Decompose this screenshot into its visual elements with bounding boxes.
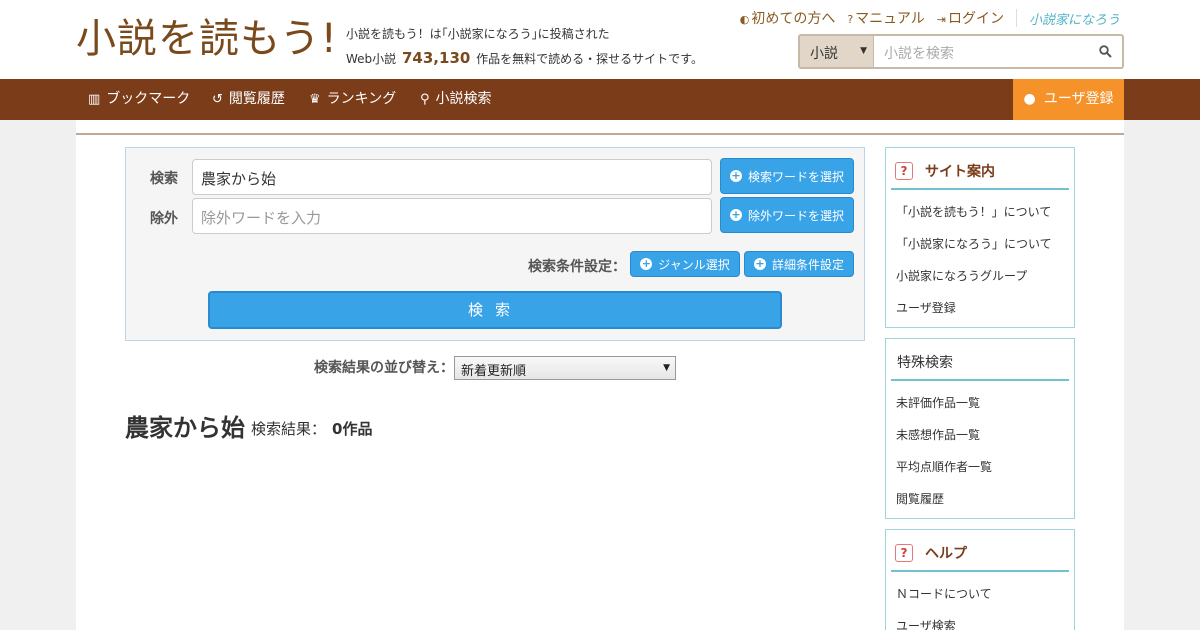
main-nav: ▥ ブックマーク ↺ 閲覧履歴 ♛ ランキング ⚲ 小説検索 ● ユーザ登録 (0, 79, 1200, 120)
history-icon: ↺ (212, 92, 223, 107)
sidebar-item-about-yomou[interactable]: 「小説を読もう！」について (886, 196, 1074, 228)
result-meta: 検索結果： 0作品 (251, 420, 373, 438)
select-search-word-button[interactable]: + 検索ワードを選択 (720, 158, 854, 194)
help-heading: ? ヘルプ (891, 536, 1069, 572)
header-search: 小説 小説を検索 (798, 34, 1124, 69)
sort-label: 検索結果の並び替え： (314, 360, 454, 376)
search-icon[interactable] (1088, 36, 1122, 67)
login-link[interactable]: ⇥ ログイン (937, 8, 1004, 28)
nav-ranking[interactable]: ♛ ランキング (309, 79, 396, 120)
user-icon: ● (1023, 91, 1036, 107)
result-query: 農家から始 (125, 414, 245, 442)
detail-condition-button[interactable]: + 詳細条件設定 (744, 251, 854, 277)
divider (1015, 9, 1017, 27)
site-guide-heading: ? サイト案内 (891, 154, 1069, 190)
plus-icon: + (729, 169, 742, 182)
exclude-word-input[interactable]: 除外ワードを入力 (192, 198, 712, 234)
question-icon: ? (847, 13, 854, 26)
novel-count: 743,130 (402, 49, 471, 67)
header-search-input[interactable]: 小説を検索 (874, 36, 1088, 67)
sidebar-item-register[interactable]: ユーザ登録 (886, 292, 1074, 324)
top-links: ◐ 初めての方へ ? マニュアル ⇥ ログイン 小説家になろう (740, 8, 1120, 28)
sidebar-item-average-authors[interactable]: 平均点順作者一覧 (886, 451, 1074, 483)
search-icon: ⚲ (420, 92, 430, 107)
select-exclude-word-button[interactable]: + 除外ワードを選択 (720, 197, 854, 233)
site-guide-box: ? サイト案内 「小説を読もう！」について 「小説家になろう」について 小説家にな… (885, 147, 1075, 328)
special-search-heading: 特殊検索 (891, 345, 1069, 381)
help-icon: ? (895, 162, 913, 180)
site-header: 小説を読もう! 小説を読もう！は｢小説家になろう｣に投稿された Web小説 74… (0, 0, 1200, 79)
sidebar-item-about-naro[interactable]: 「小説家になろう」について (886, 228, 1074, 260)
beginner-icon: ◐ (739, 13, 750, 26)
help-box: ? ヘルプ Ｎコードについて ユーザ検索 (885, 529, 1075, 630)
tagline-prefix: Web小説 (346, 52, 397, 66)
exclude-label: 除外 (150, 211, 178, 227)
register-button[interactable]: ● ユーザ登録 (1013, 79, 1124, 120)
naro-logo[interactable]: 小説家になろう (1029, 9, 1120, 28)
search-submit-button[interactable]: 検索 (208, 291, 782, 329)
search-word-input[interactable]: 農家から始 (192, 159, 712, 195)
site-logo[interactable]: 小説を読もう! (76, 14, 338, 64)
plus-icon: + (753, 257, 766, 270)
nav-bookmark[interactable]: ▥ ブックマーク (88, 79, 190, 120)
tagline-suffix: 作品を無料で読める・探せるサイトです。 (476, 52, 703, 66)
genre-select-button[interactable]: + ジャンル選択 (630, 251, 740, 277)
plus-icon: + (729, 208, 742, 221)
special-search-box: 特殊検索 未評価作品一覧 未感想作品一覧 平均点順作者一覧 閲覧履歴 (885, 338, 1075, 519)
sidebar-item-naro-group[interactable]: 小説家になろうグループ (886, 260, 1074, 292)
divider (76, 133, 1124, 135)
nav-history[interactable]: ↺ 閲覧履歴 (212, 79, 285, 120)
sort-select[interactable]: 新着更新順 (454, 356, 676, 380)
sidebar-item-ncode[interactable]: Ｎコードについて (886, 578, 1074, 610)
first-time-link[interactable]: ◐ 初めての方へ (740, 8, 836, 28)
result-count: 0作品 (332, 420, 373, 438)
sidebar-item-history[interactable]: 閲覧履歴 (886, 483, 1074, 515)
tagline-line1: 小説を読もう！は｢小説家になろう｣に投稿された (346, 27, 610, 41)
sidebar-item-user-search[interactable]: ユーザ検索 (886, 610, 1074, 630)
sidebar-item-no-comments[interactable]: 未感想作品一覧 (886, 419, 1074, 451)
bookmark-icon: ▥ (88, 92, 101, 107)
manual-link[interactable]: ? マニュアル (847, 8, 924, 28)
plus-icon: + (640, 257, 653, 270)
help-icon: ? (895, 544, 913, 562)
search-category-select[interactable]: 小説 (800, 36, 874, 67)
search-label: 検索 (150, 171, 178, 187)
crown-icon: ♛ (309, 92, 321, 107)
nav-search[interactable]: ⚲ 小説検索 (420, 79, 492, 120)
login-icon: ⇥ (936, 13, 946, 26)
sidebar-item-unrated[interactable]: 未評価作品一覧 (886, 387, 1074, 419)
condition-label: 検索条件設定： (528, 259, 626, 275)
site-tagline: 小説を読もう！は｢小説家になろう｣に投稿された Web小説 743,130 作品… (346, 22, 703, 71)
